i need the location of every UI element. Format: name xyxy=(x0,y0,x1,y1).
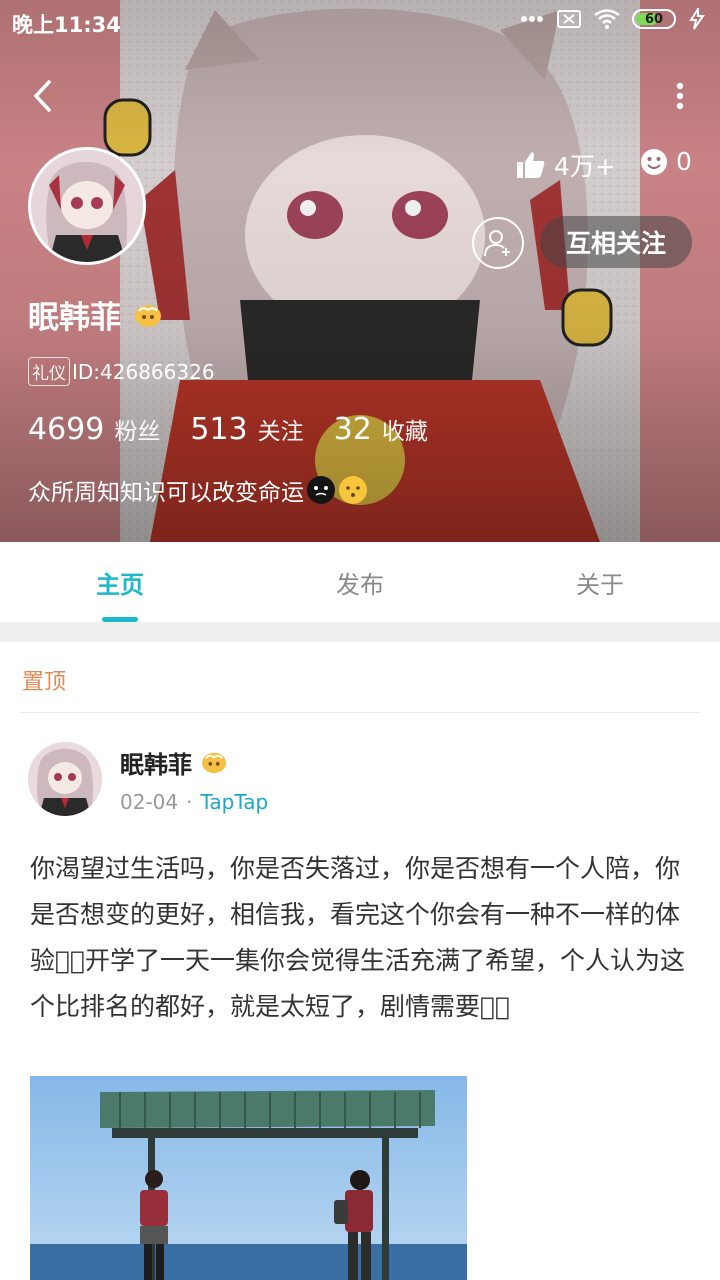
tab-about[interactable]: 关于 xyxy=(480,542,720,622)
header-shade xyxy=(0,0,720,542)
add-user-icon xyxy=(484,230,510,257)
battery-icon: 60 xyxy=(632,9,676,29)
more-dots-icon xyxy=(520,15,544,23)
profile-header: 晚上11:34 60 4万+ 0 互相关注 眠韩菲 礼仪 ID:42686632… xyxy=(0,0,720,542)
profile-bio: 众所周知知识可以改变命运 xyxy=(28,473,368,507)
chevron-left-icon xyxy=(34,80,51,112)
post-author[interactable]: 眠韩菲 xyxy=(120,745,268,780)
bio-text: 众所周知知识可以改变命运 xyxy=(28,480,304,506)
section-gap xyxy=(0,622,720,642)
etiquette-tag[interactable]: 礼仪 xyxy=(28,357,70,386)
more-options-button[interactable] xyxy=(670,72,690,120)
meta-separator: · xyxy=(186,789,193,814)
level-badge-icon xyxy=(135,304,161,327)
post-date: 02-04 xyxy=(120,789,179,814)
user-id: ID:426866326 xyxy=(72,359,215,384)
post-meta: 眠韩菲 02-04 · TapTap xyxy=(120,745,268,814)
wifi-icon xyxy=(594,9,620,29)
vertical-dots-icon xyxy=(676,82,684,110)
post-header: 眠韩菲 02-04 · TapTap xyxy=(28,742,268,816)
mood-count: 0 xyxy=(676,147,692,176)
smiley-face-icon xyxy=(641,148,667,175)
fans-count[interactable]: 4699 xyxy=(28,412,104,447)
username-text: 眠韩菲 xyxy=(28,300,121,336)
profile-avatar[interactable] xyxy=(28,147,146,265)
tab-home[interactable]: 主页 xyxy=(0,542,240,622)
status-bar: 晚上11:34 60 xyxy=(0,0,720,44)
dark-face-emoji-icon xyxy=(307,476,335,504)
status-icons: 60 xyxy=(520,8,706,30)
post-image[interactable] xyxy=(30,1076,467,1280)
post-author-avatar[interactable] xyxy=(28,742,102,816)
mutual-follow-button[interactable]: 互相关注 xyxy=(540,216,692,268)
user-id-row: 礼仪 ID:426866326 xyxy=(28,357,215,386)
yellow-face-emoji-icon xyxy=(339,476,367,504)
following-label[interactable]: 关注 xyxy=(258,412,304,446)
following-count[interactable]: 513 xyxy=(190,412,247,447)
tab-posts[interactable]: 发布 xyxy=(240,542,480,622)
back-button[interactable] xyxy=(22,72,62,120)
post-author-name: 眠韩菲 xyxy=(120,750,192,779)
fans-label[interactable]: 粉丝 xyxy=(114,412,160,446)
profile-tabs: 主页 发布 关于 xyxy=(0,542,720,622)
favorites-label[interactable]: 收藏 xyxy=(382,412,428,446)
follow-stats: 4699 粉丝 513 关注 32 收藏 xyxy=(28,412,428,447)
mood-stat[interactable]: 0 xyxy=(640,147,692,176)
post-source-link[interactable]: TapTap xyxy=(200,790,268,814)
add-friend-button[interactable] xyxy=(472,217,524,269)
thumbs-up-icon xyxy=(517,152,545,178)
pinned-label: 置顶 xyxy=(22,670,67,695)
sim-off-icon xyxy=(556,9,582,29)
profile-username: 眠韩菲 xyxy=(28,292,163,337)
likes-stat[interactable]: 4万+ xyxy=(516,147,616,183)
status-time: 晚上11:34 xyxy=(12,13,121,37)
level-badge-icon xyxy=(202,752,226,774)
post-subline: 02-04 · TapTap xyxy=(120,790,268,814)
favorites-count[interactable]: 32 xyxy=(334,412,372,447)
divider xyxy=(20,712,700,713)
charging-icon xyxy=(688,8,706,30)
likes-count: 4万+ xyxy=(554,152,616,181)
post-body-text[interactable]: 你渴望过生活吗，你是否失落过，你是否想有一个人陪，你是否想变的更好，相信我，看完… xyxy=(30,846,692,1030)
